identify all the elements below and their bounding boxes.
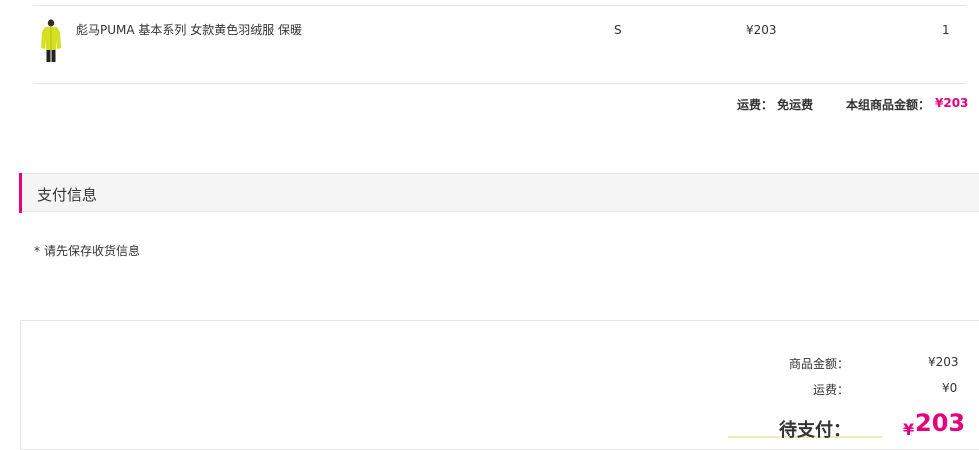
payment-section-header — [19, 173, 979, 213]
amount-due-currency: ¥ — [903, 420, 915, 439]
group-shipping-text: 运费： 免运费 — [737, 98, 814, 112]
product-name-link[interactable]: 彪马PUMA 基本系列 女款黄色羽绒服 保暖 — [76, 21, 302, 38]
group-amount-value: ¥203 — [935, 96, 969, 110]
section-accent-bar — [19, 173, 22, 213]
table-top-divider — [33, 5, 966, 6]
product-thumbnail[interactable] — [36, 18, 66, 64]
product-price: ¥203 — [746, 23, 777, 37]
product-size: S — [614, 23, 622, 37]
goods-amount-label: 商品金额： — [789, 357, 850, 371]
payment-notice-text: 请先保存收货信息 — [44, 244, 141, 258]
required-asterisk: * — [34, 244, 40, 258]
payment-section-title: 支付信息 — [37, 186, 98, 204]
amount-due-value: 203 — [915, 409, 966, 437]
payment-notice: * 请先保存收货信息 — [34, 242, 140, 259]
product-quantity: 1 — [942, 23, 950, 37]
group-amount-label: 本组商品金额： — [846, 98, 931, 112]
shipping-fee-label: 运费： — [813, 383, 850, 397]
goods-amount-value: ¥203 — [928, 355, 959, 369]
table-row-divider — [33, 83, 966, 84]
shipping-fee-value: ¥0 — [942, 381, 958, 395]
amount-due-label: 待支付： — [779, 420, 851, 441]
